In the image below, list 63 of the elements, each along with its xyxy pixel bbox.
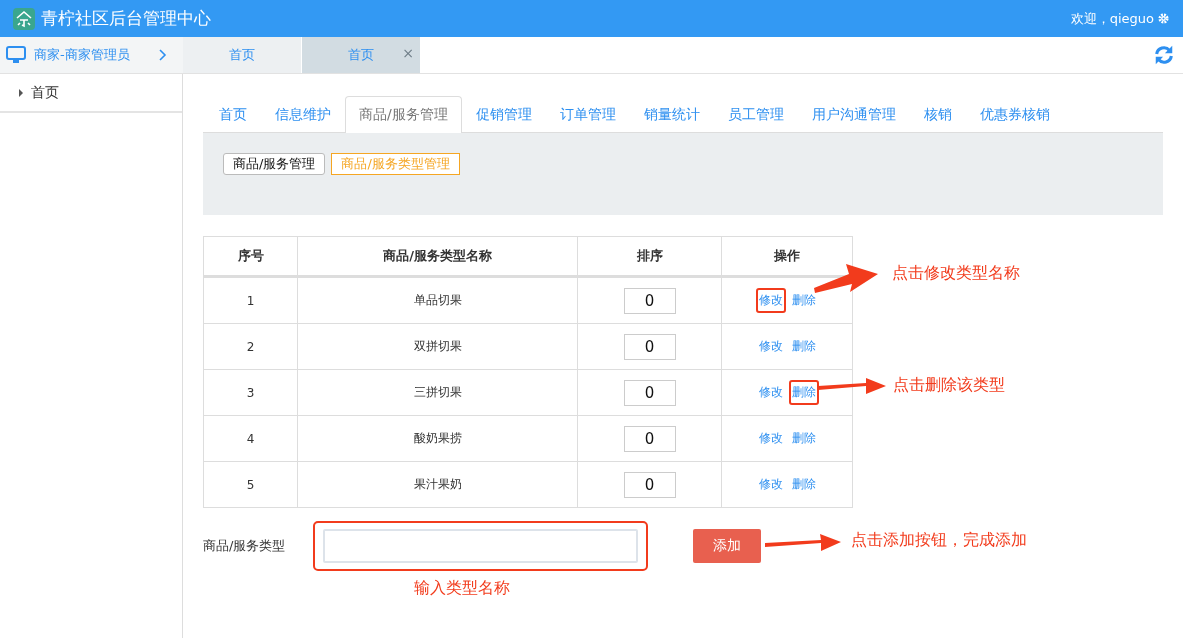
delete-link[interactable]: 删除 [788,380,819,405]
nav-tab[interactable]: 信息维护 [261,96,345,133]
refresh-icon[interactable] [1153,44,1175,66]
annotation-text: 点击添加按钮，完成添加 [851,530,1027,551]
annotation-arrow [814,264,878,293]
nav-tab[interactable]: 员工管理 [713,96,798,133]
table-cell: 单品切果 [297,276,578,324]
app-title: 青柠社区后台管理中心 [41,7,211,30]
field-label: 商品/服务类型 [203,537,287,555]
order-input[interactable]: 0 [623,287,676,314]
add-button[interactable]: 添加 [693,529,761,563]
order-input[interactable]: 0 [623,471,676,498]
annotation-text: 点击修改类型名称 [892,263,1020,284]
sidebar-item[interactable]: 首页 [0,74,182,113]
order-input[interactable]: 0 [623,425,676,452]
settings-icon[interactable] [1158,13,1169,24]
role-bar[interactable]: 商家-商家管理员 [0,37,183,73]
caret-icon [19,88,23,97]
table-cell: 5 [203,461,298,508]
delete-link[interactable]: 删除 [788,288,819,313]
nav-tab[interactable]: 促销管理 [461,96,546,133]
order-input[interactable]: 0 [623,379,676,406]
annotation-text: 点击删除该类型 [893,375,1005,396]
table-cell: 三拼切果 [297,369,578,416]
close-icon[interactable]: × [402,45,414,61]
nav-tab[interactable]: 首页 [205,96,261,133]
order-input[interactable]: 0 [623,333,676,360]
table-cell: 果汁果奶 [297,461,578,508]
table-cell: 4 [203,415,298,462]
nav-tab[interactable]: 优惠券核销 [965,96,1064,133]
role-label: 商家-商家管理员 [34,46,131,64]
nav-tab[interactable]: 核销 [909,96,966,133]
table-cell: 1 [203,276,298,324]
nav-tab[interactable]: 销量统计 [629,96,714,133]
edit-link[interactable]: 修改 [755,426,786,451]
chevron-right-icon [159,49,167,61]
edit-link[interactable]: 修改 [755,288,786,313]
edit-link[interactable]: 修改 [755,472,786,497]
monitor-icon [6,46,26,64]
column-header: 排序 [577,236,722,277]
nav-tab[interactable]: 用户沟通管理 [797,96,910,133]
annotation-text: 输入类型名称 [414,578,510,599]
nav-tab[interactable]: 订单管理 [545,96,630,133]
delete-link[interactable]: 删除 [788,426,819,451]
edit-link[interactable]: 修改 [755,380,786,405]
page-tab[interactable]: 首页 × [302,37,421,73]
logo-icon [13,7,35,30]
page-tab[interactable]: 首页 [183,37,302,73]
table-cell: 2 [203,323,298,370]
nav-tab[interactable]: 商品/服务管理 [345,96,462,133]
type-name-field[interactable] [313,521,648,571]
table-cell: 双拼切果 [297,323,578,370]
column-header: 序号 [203,236,298,277]
delete-link[interactable]: 删除 [788,334,819,359]
column-header: 商品/服务类型名称 [297,236,578,277]
sub-tab[interactable]: 商品/服务类型管理 [331,153,460,175]
delete-link[interactable]: 删除 [788,472,819,497]
annotation-arrow [818,378,886,394]
sub-tab[interactable]: 商品/服务管理 [223,153,326,175]
table-cell: 酸奶果捞 [297,415,578,462]
edit-link[interactable]: 修改 [755,334,786,359]
welcome-text: 欢迎，qieguo [1070,9,1154,28]
table-cell: 3 [203,369,298,416]
